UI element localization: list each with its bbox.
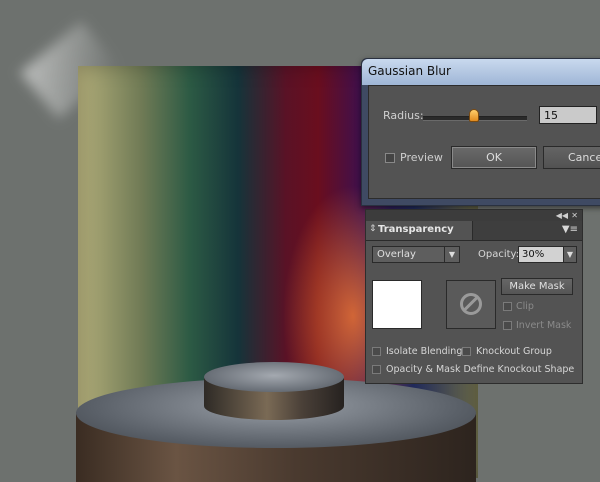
opacity-mask-knockout-label: Opacity & Mask Define Knockout Shape <box>386 364 575 375</box>
knockout-group-label: Knockout Group <box>476 346 552 357</box>
preview-checkbox[interactable] <box>385 153 395 163</box>
triangle-down-icon[interactable]: ▼ <box>444 247 459 262</box>
clip-label: Clip <box>516 301 534 312</box>
clip-checkbox[interactable] <box>503 302 512 311</box>
make-mask-button[interactable]: Make Mask <box>501 278 573 295</box>
close-icon[interactable]: ✕ <box>571 210 578 221</box>
radius-slider-thumb[interactable] <box>469 109 479 122</box>
radius-input[interactable] <box>539 106 597 124</box>
ok-button[interactable]: OK <box>451 146 537 169</box>
tab-transparency[interactable]: ⇕ Transparency <box>366 221 473 240</box>
isolate-blending-checkbox[interactable] <box>372 347 381 356</box>
isolate-blending-label: Isolate Blending <box>386 346 463 357</box>
small-cylinder-top <box>204 362 344 392</box>
mask-thumbnail[interactable] <box>446 280 496 329</box>
expand-arrows-icon[interactable]: ⇕ <box>369 224 377 234</box>
dialog-title: Gaussian Blur <box>368 64 451 78</box>
blend-mode-select[interactable]: Overlay ▼ <box>372 246 460 263</box>
cancel-button[interactable]: Cancel <box>543 146 600 169</box>
transparency-panel: ◀◀ ✕ ⇕ Transparency ▼≡ Overlay ▼ Opacity… <box>365 209 583 384</box>
invert-mask-checkbox[interactable] <box>503 321 512 330</box>
object-thumbnail[interactable] <box>372 280 422 329</box>
opacity-dropdown-icon[interactable]: ▼ <box>563 246 577 263</box>
preview-label: Preview <box>400 151 443 164</box>
gaussian-blur-dialog: Gaussian Blur Radius: Preview OK Cancel <box>361 58 600 206</box>
tab-label: Transparency <box>378 224 454 235</box>
prohibited-icon <box>460 293 482 315</box>
panel-topbar[interactable]: ◀◀ ✕ <box>366 210 582 221</box>
knockout-group-checkbox[interactable] <box>462 347 471 356</box>
opacity-mask-knockout-checkbox[interactable] <box>372 365 381 374</box>
double-chevron-left-icon[interactable]: ◀◀ <box>556 210 568 221</box>
dialog-body: Radius: Preview OK Cancel <box>368 85 600 199</box>
invert-mask-label: Invert Mask <box>516 320 572 331</box>
opacity-label: Opacity: <box>478 249 520 260</box>
opacity-input[interactable]: 30% <box>518 246 564 263</box>
panel-menu-icon[interactable]: ▼≡ <box>562 224 578 235</box>
panel-tab-row: ⇕ Transparency ▼≡ <box>366 221 582 241</box>
dialog-titlebar[interactable]: Gaussian Blur <box>362 59 600 85</box>
blend-mode-value: Overlay <box>377 249 416 260</box>
radius-label: Radius: <box>383 109 424 122</box>
